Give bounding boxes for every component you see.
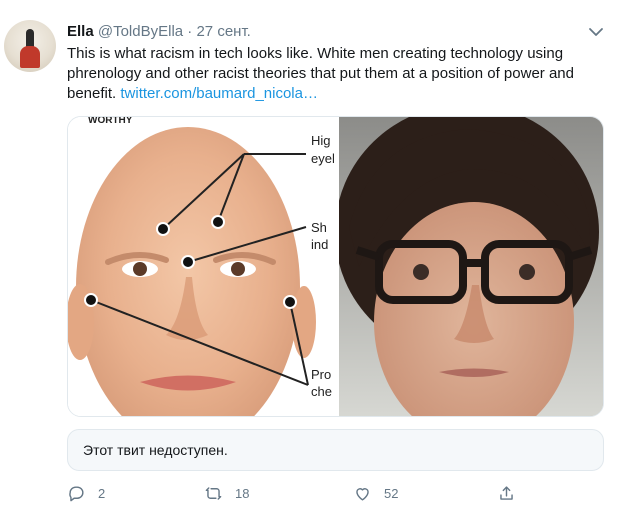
share-icon <box>500 485 513 500</box>
retweet-icon <box>205 486 222 500</box>
retweet-count: 18 <box>235 485 250 501</box>
label-4: ind <box>311 237 328 252</box>
separator-dot: · <box>187 23 193 40</box>
label-1: Hig <box>311 133 331 148</box>
tweet-text: This is what racism in tech looks like. … <box>67 44 607 104</box>
avatar[interactable] <box>4 20 56 72</box>
tweet[interactable]: Ella @ToldByElla · 27 сент. This is what… <box>0 0 624 505</box>
unavailable-tweet-card[interactable]: Этот твит недоступен. <box>67 429 604 471</box>
tweet-link[interactable]: twitter.com/baumard_nicola… <box>120 85 318 102</box>
tweet-date[interactable]: 27 сент. <box>196 23 250 40</box>
caret-down-icon[interactable] <box>588 24 604 40</box>
like-count: 52 <box>384 485 399 501</box>
author-name[interactable]: Ella <box>67 23 94 40</box>
label-6: che <box>311 384 332 399</box>
media-image-right[interactable] <box>335 117 603 416</box>
phrenology-face-illustration: WORTHY Hig eyel Sh ind Pro che <box>68 117 338 416</box>
label-3: Sh <box>311 220 327 235</box>
tweet-actions: 2 18 52 <box>67 483 537 503</box>
reply-count: 2 <box>98 485 106 501</box>
retweet-action[interactable]: 18 <box>204 483 249 503</box>
illustration-header-label: WORTHY <box>88 117 133 126</box>
media-image-left[interactable]: WORTHY Hig eyel Sh ind Pro che <box>68 117 338 416</box>
label-2: eyel <box>311 151 335 166</box>
tweet-media[interactable]: WORTHY Hig eyel Sh ind Pro che <box>67 116 604 417</box>
like-icon <box>356 487 369 501</box>
reply-action[interactable]: 2 <box>67 483 105 503</box>
reply-icon <box>69 485 84 501</box>
tweet-header: Ella @ToldByElla · 27 сент. <box>67 22 251 42</box>
like-action[interactable]: 52 <box>353 483 398 503</box>
label-5: Pro <box>311 367 331 382</box>
author-handle[interactable]: @ToldByElla <box>98 23 183 40</box>
avatar-dress <box>20 46 40 68</box>
portrait-photo <box>335 117 603 416</box>
share-action[interactable] <box>497 483 516 503</box>
